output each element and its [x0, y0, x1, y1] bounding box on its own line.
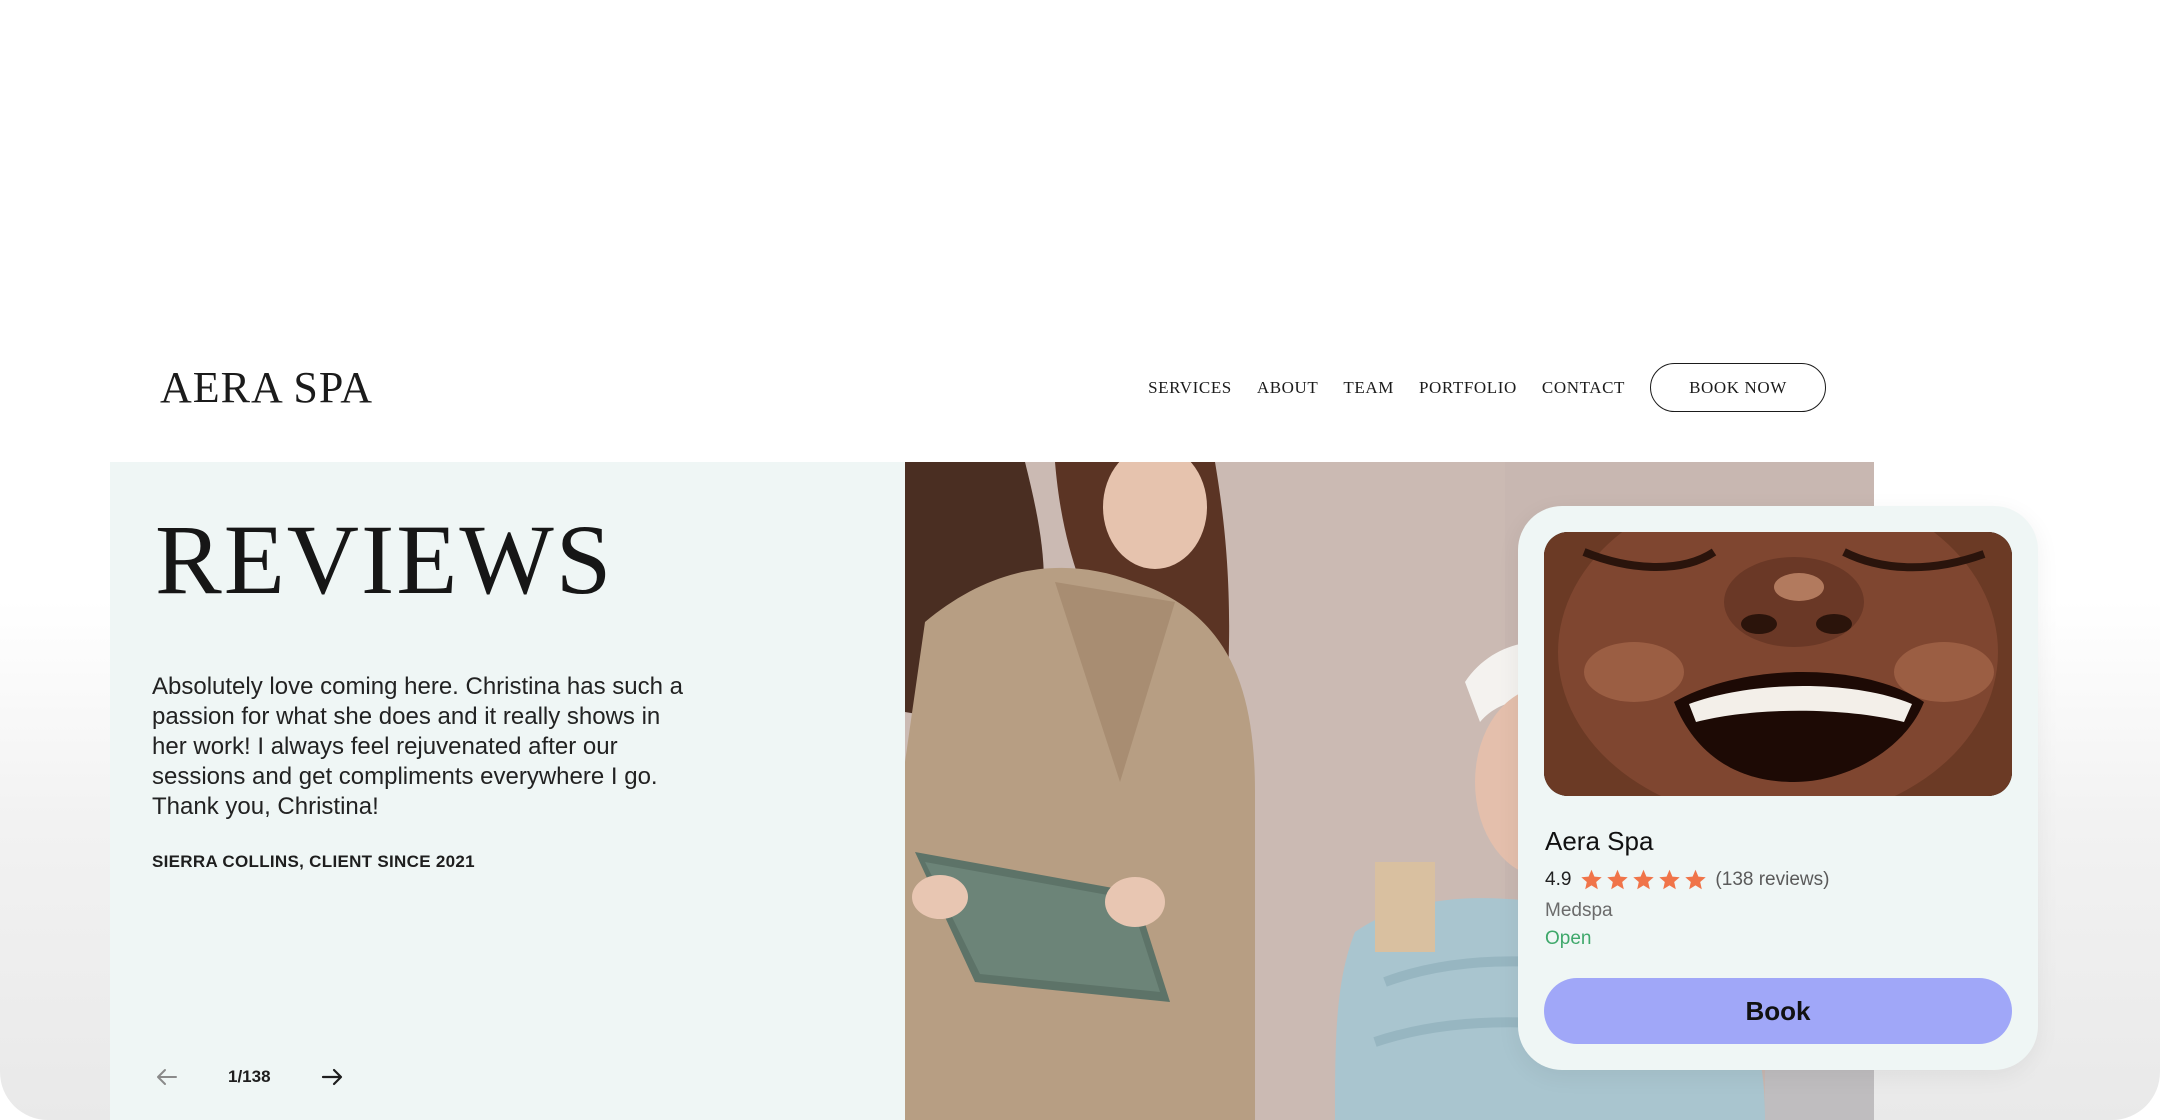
- open-status: Open: [1545, 928, 1592, 949]
- main-nav: SERVICES ABOUT TEAM PORTFOLIO CONTACT BO…: [1123, 363, 1826, 412]
- nav-item-team[interactable]: TEAM: [1343, 378, 1394, 398]
- nav-item-portfolio[interactable]: PORTFOLIO: [1419, 378, 1517, 398]
- nav-item-about[interactable]: ABOUT: [1257, 378, 1319, 398]
- nav-item-contact[interactable]: CONTACT: [1542, 378, 1625, 398]
- book-button[interactable]: Book: [1544, 978, 2012, 1044]
- reviews-panel: REVIEWS Absolutely love coming here. Chr…: [110, 462, 905, 1120]
- book-now-button[interactable]: BOOK NOW: [1650, 363, 1826, 412]
- star-icon: [1683, 868, 1708, 892]
- review-pager: 1/138: [152, 1062, 347, 1092]
- star-icon: [1579, 868, 1604, 892]
- listing-category: Medspa: [1545, 900, 1613, 921]
- review-count[interactable]: (138 reviews): [1715, 869, 1829, 891]
- listing-name: Aera Spa: [1545, 826, 1654, 856]
- review-attribution: SIERRA COLLINS, CLIENT SINCE 2021: [152, 852, 475, 871]
- arrow-left-icon[interactable]: [152, 1062, 182, 1092]
- page-counter: 1/138: [228, 1067, 271, 1086]
- rating-stars: [1579, 868, 1709, 892]
- star-icon: [1605, 868, 1630, 892]
- page-title: REVIEWS: [155, 504, 614, 615]
- nav-item-services[interactable]: SERVICES: [1148, 378, 1232, 398]
- rating-value: 4.9: [1545, 869, 1572, 890]
- listing-card: Aera Spa 4.9 (138 reviews) Medspa Open B…: [1518, 506, 2038, 1070]
- star-icon: [1657, 868, 1682, 892]
- brand-logo[interactable]: AERA SPA: [160, 362, 373, 413]
- page-background: AERA SPA SERVICES ABOUT TEAM PORTFOLIO C…: [0, 0, 2160, 1120]
- star-icon: [1631, 868, 1656, 892]
- review-quote: Absolutely love coming here. Christina h…: [152, 673, 683, 820]
- arrow-right-icon[interactable]: [317, 1062, 347, 1092]
- site-header: AERA SPA SERVICES ABOUT TEAM PORTFOLIO C…: [110, 310, 1874, 462]
- smiling-face-photo: [1544, 532, 2012, 796]
- rating-row: 4.9 (138 reviews): [1545, 868, 1829, 892]
- listing-photo: [1544, 532, 2012, 796]
